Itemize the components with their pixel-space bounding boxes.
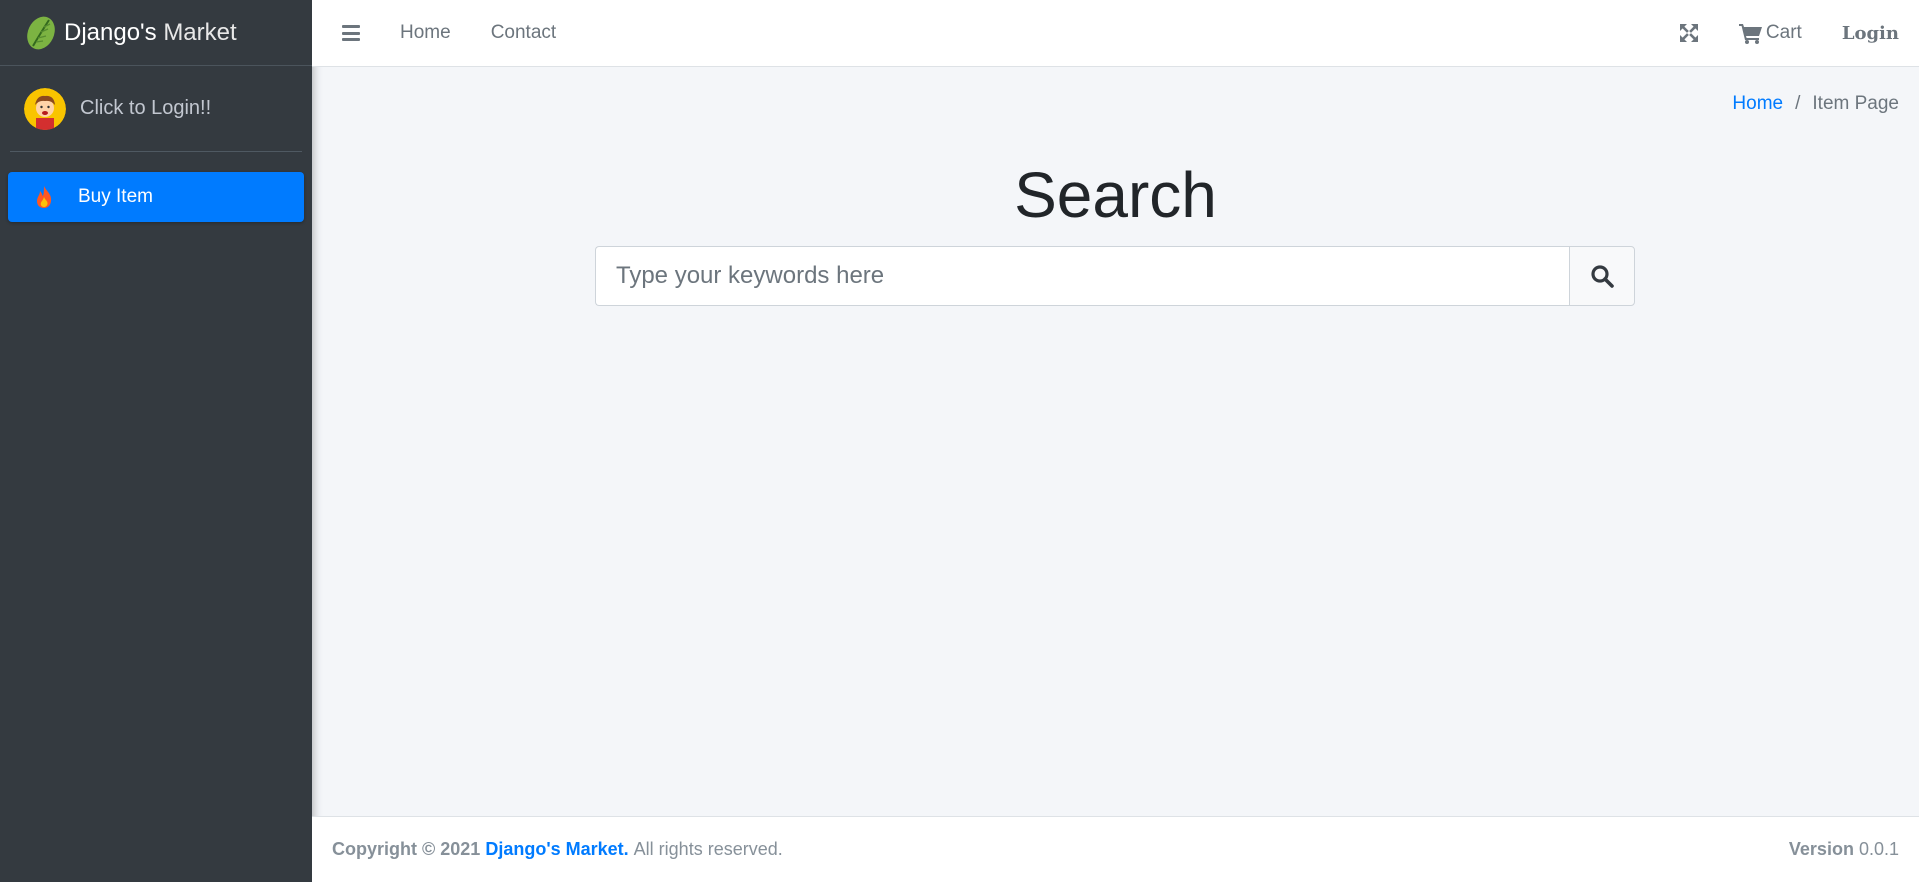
fire-icon [37,186,52,208]
brand-link[interactable]: Django's Market [0,0,312,66]
breadcrumb: Home / Item Page [1732,93,1899,115]
login-link[interactable]: Login [1842,23,1899,44]
rights-text: All rights reserved. [633,839,783,859]
search-form [595,246,1635,306]
login-prompt-link[interactable]: Click to Login!! [80,97,211,120]
version-value: 0.0.1 [1858,839,1899,859]
brand-bold: Django's [64,18,157,46]
avatar[interactable] [24,87,66,130]
footer: Copyright © 2021 Django's Market. All ri… [312,816,1919,882]
footer-brand-link[interactable]: Django's Market. [485,839,628,860]
breadcrumb-current: Item Page [1812,93,1899,114]
cart-label: Cart [1765,22,1802,43]
breadcrumb-home[interactable]: Home [1732,93,1783,115]
nav-link-contact[interactable]: Contact [491,22,556,44]
navbar-left: Home Contact [312,22,556,44]
brand-text: Django's Market [64,19,237,47]
sidebar-nav: Buy Item [0,152,312,222]
copyright-text: Copyright © 2021 [332,839,481,859]
search-input[interactable] [595,246,1569,306]
shopping-cart-icon [1738,23,1762,44]
sidebar-item-label: Buy Item [78,186,153,207]
main-sidebar: Django's Market Click to Login!! Buy Ite… [0,0,312,882]
menu-toggle-icon[interactable] [342,25,360,41]
cart-link[interactable]: Cart [1738,22,1802,44]
version-label: Version [1788,839,1854,859]
navbar-right: Cart Login [1679,22,1919,44]
sidebar-item-buy-item[interactable]: Buy Item [8,172,304,222]
leaf-logo-icon [27,16,55,49]
page-title: Search [1014,159,1217,231]
brand-light: Market [163,18,237,46]
top-navbar: Home Contact Cart Login [312,0,1919,67]
fullscreen-icon[interactable] [1679,23,1699,43]
nav-link-home[interactable]: Home [400,22,451,44]
search-button[interactable] [1569,246,1635,306]
user-panel: Click to Login!! [10,66,302,152]
version-info: Version 0.0.1 [1789,839,1899,860]
breadcrumb-separator: / [1795,93,1801,114]
search-icon [1591,265,1614,288]
